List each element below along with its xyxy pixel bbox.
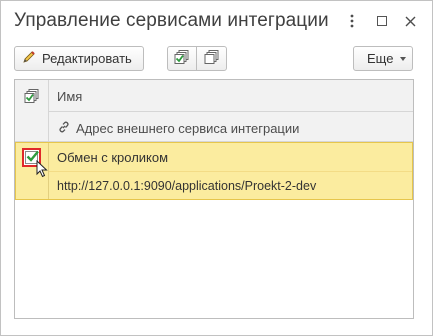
check-all-button[interactable] [167, 46, 197, 71]
window-title: Управление сервисами интеграции [14, 10, 329, 31]
uncheck-all-button[interactable] [196, 46, 227, 71]
header-divider [49, 111, 413, 112]
check-all-icon [174, 49, 190, 68]
row-divider [49, 171, 412, 172]
header-check-column[interactable] [15, 80, 49, 142]
table-row[interactable]: Обмен с кроликом http://127.0.0.1:9090/a… [15, 142, 413, 200]
close-icon[interactable] [399, 9, 421, 33]
edit-button[interactable]: Редактировать [14, 46, 144, 71]
more-menu-label: Еще [367, 51, 394, 66]
more-vertical-icon[interactable] [341, 9, 363, 33]
row-url-cell: http://127.0.0.1:9090/applications/Proek… [57, 179, 317, 193]
row-name-cell: Обмен с кроликом [57, 150, 169, 165]
dialog-window: Управление сервисами интеграции Редактир… [0, 0, 433, 336]
uncheck-all-icon [204, 49, 220, 68]
check-all-icon [24, 88, 40, 109]
more-menu-button[interactable]: Еще [353, 46, 413, 71]
row-check-cell [16, 143, 49, 199]
column-header-url-label: Адрес внешнего сервиса интеграции [76, 121, 300, 136]
table-header: Имя Адрес внешнего сервиса интеграции [15, 80, 413, 142]
edit-button-label: Редактировать [42, 51, 132, 66]
services-table: Имя Адрес внешнего сервиса интеграции Об… [14, 79, 414, 319]
link-icon [57, 120, 71, 137]
chevron-down-icon [400, 56, 407, 61]
pencil-icon [22, 50, 36, 67]
column-header-url[interactable]: Адрес внешнего сервиса интеграции [57, 120, 299, 137]
maximize-icon[interactable] [371, 9, 393, 33]
mouse-cursor-icon [36, 159, 48, 183]
column-header-name[interactable]: Имя [57, 89, 82, 104]
